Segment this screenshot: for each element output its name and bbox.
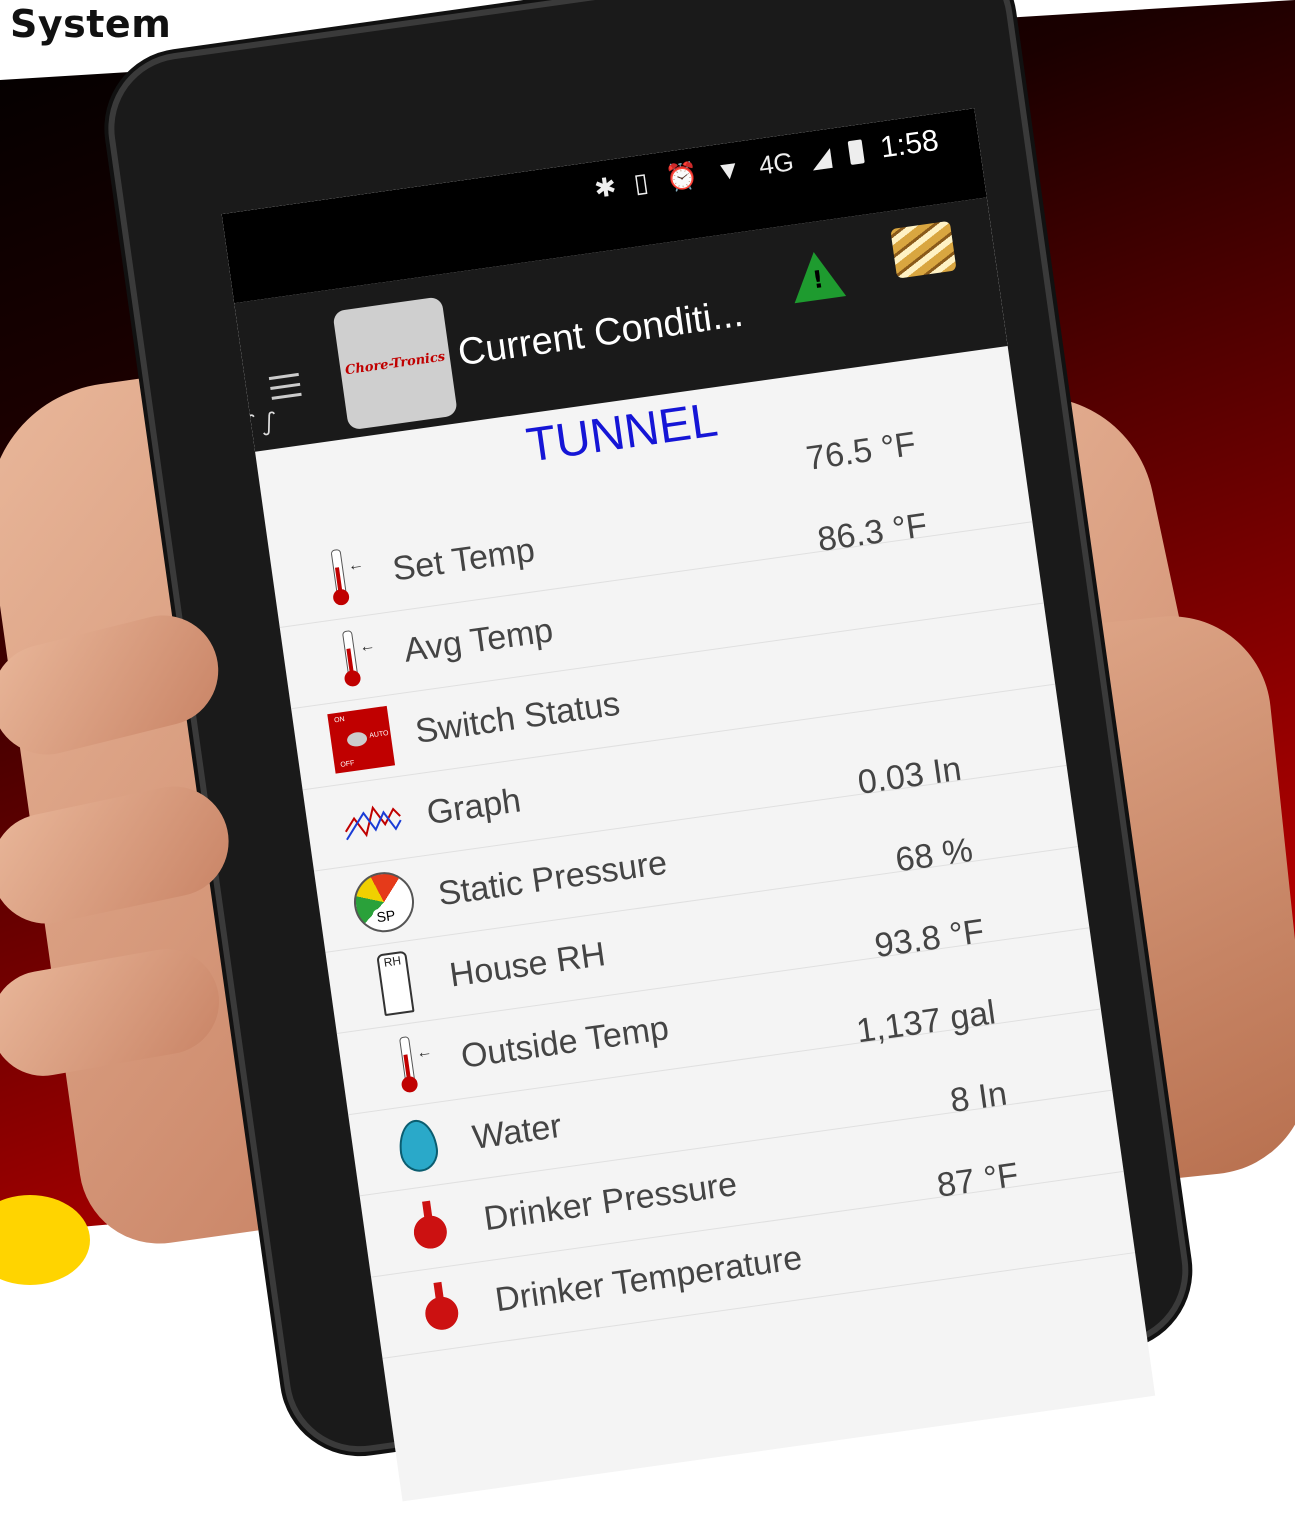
humidity-icon: RH [356,944,435,1023]
row-label: Switch Status [412,684,623,751]
footprint-icon: ഽ [259,408,278,436]
thermometer-icon: ← [367,1025,446,1104]
row-label: Set Temp [390,530,538,589]
thermometer-icon: ← [299,538,378,617]
switch-icon: ON AUTO OFF [322,700,401,779]
row-label: Avg Temp [401,611,556,670]
drinker-icon [402,1269,481,1348]
row-label: Outside Temp [458,1009,672,1076]
alarm-icon: ⏰ [663,159,700,194]
row-label: Drinker Pressure [481,1165,740,1239]
switch-auto-label: AUTO [368,729,390,740]
page-title: System [10,2,172,46]
water-drop-icon [379,1106,458,1185]
graph-icon [333,781,412,860]
logo-text: Chore-Tronics [344,348,447,378]
hamburger-menu-icon[interactable] [268,372,302,400]
footprint-icon: ഽ [239,411,258,439]
bluetooth-icon: ✱ [592,170,619,204]
row-label: Static Pressure [435,843,670,914]
phone-screen: ✱ ▯ ⏰ ▼ 4G ◢ 1:58 ഽ ഽ Chore-Tronics Curr… [221,108,1156,1502]
status-icons: ✱ ▯ ⏰ ▼ 4G ◢ 1:58 [592,124,941,206]
gauge-icon: SP [344,863,423,942]
app-title: Current Conditi... [455,292,746,375]
network-type: 4G [756,145,796,181]
status-time: 1:58 [878,123,941,165]
app-logo: Chore-Tronics [332,296,458,431]
row-value: 8 In [947,1074,1010,1121]
drinker-icon [390,1187,469,1266]
battery-icon [847,139,865,166]
house-icon[interactable] [890,220,957,279]
switch-off-label: OFF [340,759,355,769]
rh-text: RH [376,950,415,1017]
warning-icon[interactable]: ! [787,248,847,304]
thermometer-icon: ← [310,619,389,698]
phone: ✱ ▯ ⏰ ▼ 4G ◢ 1:58 ഽ ഽ Chore-Tronics Curr… [105,0,1192,1502]
signal-icon: ◢ [809,140,834,173]
row-label: House RH [447,935,608,995]
gauge-text: SP [371,906,401,926]
row-label: Water [470,1106,564,1157]
wifi-icon: ▼ [713,152,744,187]
vibrate-icon: ▯ [631,166,651,198]
row-label: Graph [424,781,524,833]
row-value: 76.5 °F [803,424,919,478]
walk-icons: ഽ ഽ [240,409,278,440]
switch-on-label: ON [333,715,346,725]
